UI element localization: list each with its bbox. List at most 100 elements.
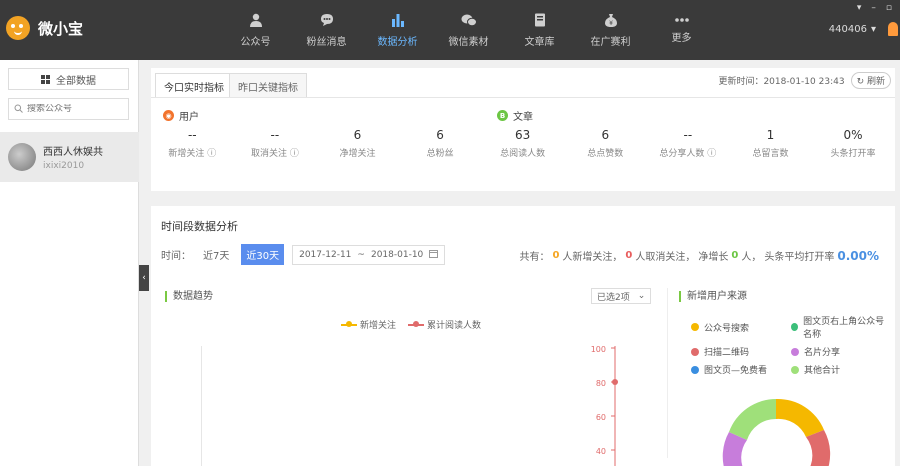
metric-total-comments: 1 总留言数: [729, 128, 812, 159]
nav-item-library[interactable]: 文章库: [504, 0, 575, 60]
last-30-days-button[interactable]: 近30天: [241, 244, 285, 265]
app-name: 微小宝: [38, 19, 84, 38]
user-area: ▾ – ▫ 440406 ▾: [810, 0, 900, 60]
metric-headline-open-rate: 0% 头条打开率: [812, 128, 895, 159]
legend-label: 累计阅读人数: [427, 321, 482, 331]
legend-item[interactable]: 累计阅读人数: [408, 318, 481, 331]
source-title: 新增用户来源: [679, 291, 747, 302]
search-input[interactable]: [27, 104, 127, 114]
sidebar-collapse-button[interactable]: ‹: [139, 265, 149, 291]
account-name: 西西人休娱共: [43, 147, 103, 158]
metric-label: 总点赞数: [587, 149, 624, 159]
top-bar: 微小宝 公众号 粉丝消息 数据分析 微信素材 文章库 ¥ 在广赛利 更多 ▾ –…: [0, 0, 900, 60]
metric-unfollow: -- 取消关注 ⓘ: [234, 128, 317, 159]
nav-item-materials[interactable]: 微信素材: [433, 0, 504, 60]
chat-icon: [320, 13, 334, 27]
update-time: 更新时间：2018-01-10 23:43: [718, 77, 845, 87]
article-section-text: 文章: [513, 112, 533, 123]
nav-item-messages[interactable]: 粉丝消息: [291, 0, 362, 60]
all-data-label: 全部数据: [56, 75, 96, 87]
source-label: 扫描二维码: [704, 348, 750, 358]
metric-value: --: [683, 128, 693, 142]
period-panel: 时间段数据分析 时间： 近7天 近30天 2017-12-11 ~ 2018-0…: [151, 206, 895, 466]
legend-item[interactable]: 新增关注: [341, 318, 396, 331]
source-item[interactable]: 其他合计: [791, 363, 891, 376]
calendar-icon: [429, 249, 439, 261]
source-legend: 公众号搜索 图文页右上角公众号名称 扫描二维码 名片分享 图文页—免费看 其他合…: [691, 314, 891, 376]
app-logo[interactable]: 微小宝: [6, 16, 83, 40]
minimize-icon[interactable]: –: [871, 3, 876, 13]
y-tick-label: 100: [591, 346, 606, 354]
account-menu[interactable]: 440406 ▾: [829, 24, 876, 35]
legend-label: 新增关注: [360, 321, 397, 331]
nav-item-more[interactable]: 更多: [646, 0, 717, 60]
date-separator: ~: [357, 249, 365, 260]
refresh-button[interactable]: ↻ 刷新: [850, 72, 891, 89]
time-label: 时间：: [161, 251, 191, 262]
main-content: 今口实时指标 昨口关键指标 更新时间：2018-01-10 23:43 ↻ 刷新…: [149, 60, 900, 466]
source-dot: [791, 365, 799, 374]
metric-value: 6: [353, 128, 362, 142]
tab-today[interactable]: 今口实时指标: [155, 73, 233, 98]
avatar: [8, 143, 36, 171]
chevron-down-icon: ▾: [870, 24, 876, 35]
maximize-icon[interactable]: ▫: [886, 3, 892, 13]
window-controls: ▾ – ▫: [857, 3, 892, 13]
nav-label: 粉丝消息: [306, 36, 347, 48]
main-nav: 公众号 粉丝消息 数据分析 微信素材 文章库 ¥ 在广赛利 更多: [220, 0, 717, 60]
nav-item-ads[interactable]: ¥ 在广赛利: [575, 0, 646, 60]
date-range-picker[interactable]: 2017-12-11 ~ 2018-01-10: [292, 244, 446, 265]
wechat-icon: [461, 13, 477, 27]
book-icon: [534, 13, 546, 27]
nav-label: 文章库: [524, 36, 555, 48]
summary-unfollow-label: 人取消关注，: [635, 252, 696, 263]
summary-rate: 0.00%: [837, 248, 879, 263]
metric-new-follow: -- 新增关注 ⓘ: [151, 128, 234, 159]
metric-value: --: [270, 128, 280, 142]
metric-label: 头条打开率: [830, 149, 876, 159]
metric-net-follow: 6 净增关注: [316, 128, 399, 159]
source-item[interactable]: 图文页—免费看: [691, 363, 791, 376]
y-tick-label: 80: [596, 379, 606, 388]
date-end: 2018-01-10: [370, 249, 424, 260]
summary-prefix: 共有：: [519, 252, 550, 263]
tab-yesterday[interactable]: 昨口关键指标: [229, 73, 307, 98]
summary-rate-label: 头条平均打开率: [764, 252, 835, 263]
panel-divider: [667, 288, 668, 458]
account-list-item[interactable]: 西西人休娱共 ixixi2010: [0, 132, 139, 182]
account-handle: ixixi2010: [43, 161, 85, 171]
metric-label: 净增关注: [339, 149, 376, 159]
trend-legend: 新增关注 累计阅读人数: [341, 318, 481, 331]
nav-item-analytics[interactable]: 数据分析: [362, 0, 433, 60]
source-label: 其他合计: [804, 366, 841, 376]
summary-unfollow: 0: [625, 250, 633, 261]
source-label: 图文页—免费看: [704, 366, 768, 376]
account-id: 440406: [828, 24, 867, 35]
menu-arrow-icon[interactable]: ▾: [857, 3, 862, 13]
all-data-button[interactable]: 全部数据: [8, 68, 129, 90]
series-select[interactable]: 已选2项 ⌄: [591, 288, 652, 304]
bell-icon[interactable]: [888, 22, 898, 36]
user-section-label: ◉ 用户: [163, 108, 199, 123]
legend-swatch: [408, 320, 425, 327]
source-label: 公众号搜索: [704, 323, 750, 334]
source-label: 名片分享: [804, 348, 841, 358]
metric-value: 63: [515, 128, 531, 142]
chevron-down-icon: ⌄: [637, 291, 646, 301]
source-item[interactable]: 图文页右上角公众号名称: [791, 314, 891, 340]
source-item[interactable]: 名片分享: [791, 345, 891, 358]
last-7-days-button[interactable]: 近7天: [199, 245, 233, 264]
nav-item-accounts[interactable]: 公众号: [220, 0, 291, 60]
date-start: 2017-12-11: [299, 249, 352, 260]
user-section-text: 用户: [179, 112, 199, 123]
nav-label: 在广赛利: [590, 36, 631, 48]
realtime-panel: 今口实时指标 昨口关键指标 更新时间：2018-01-10 23:43 ↻ 刷新…: [151, 68, 895, 191]
search-box[interactable]: [8, 98, 129, 120]
donut-segment-green: [729, 399, 776, 440]
source-item[interactable]: 公众号搜索: [691, 314, 791, 340]
search-icon: [14, 103, 23, 116]
article-section-label: B 文章: [497, 108, 533, 123]
period-title: 时间段数据分析: [161, 220, 238, 233]
series-select-value: 已选2项: [597, 292, 630, 303]
source-item[interactable]: 扫描二维码: [691, 345, 791, 358]
